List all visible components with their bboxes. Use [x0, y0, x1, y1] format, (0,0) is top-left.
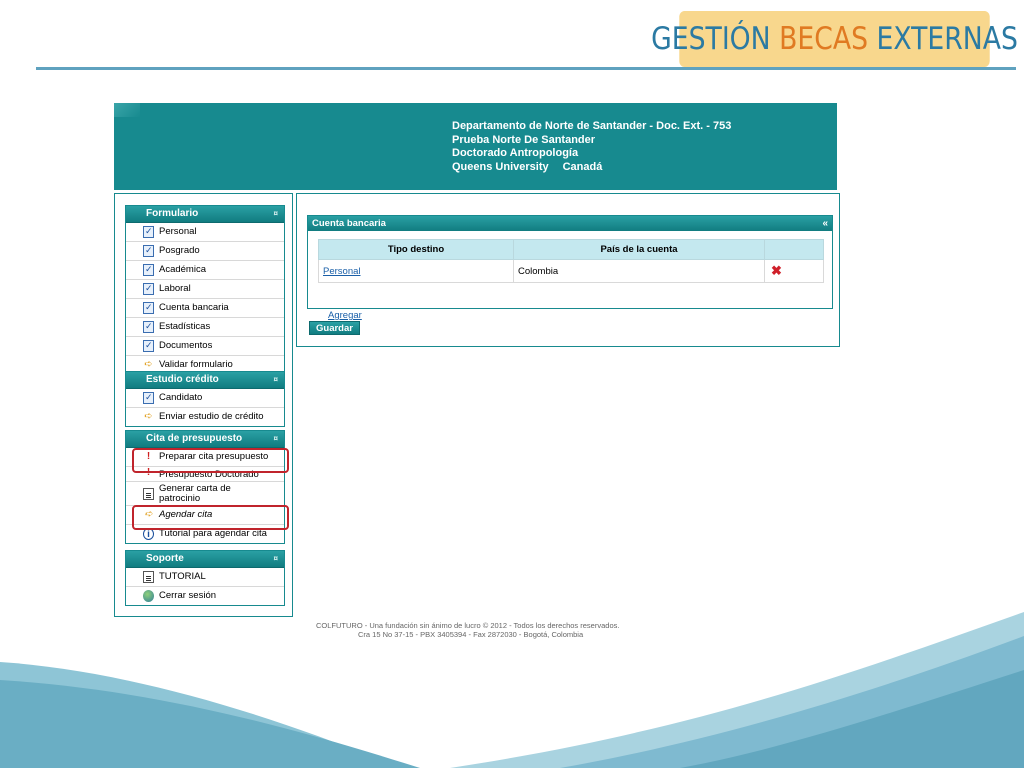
menu-formulario: Formulario ¤ Personal Posgrado Académica… [125, 205, 285, 375]
header-corner-decoration [114, 103, 140, 117]
university-line: Queens University Canadá [452, 161, 731, 175]
collapse-icon[interactable]: ¤ [274, 551, 278, 567]
footer-copyright: COLFUTURO - Una fundación sin ánimo de l… [316, 621, 620, 630]
document-icon [143, 571, 154, 583]
clipboard-check-icon [143, 244, 154, 257]
menu-header-estudio-credito[interactable]: Estudio crédito ¤ [126, 372, 284, 389]
clipboard-check-icon [143, 282, 154, 295]
footer-address: Cra 15 No 37-15 - PBX 3405394 - Fax 2872… [358, 630, 584, 639]
slide-title-word-2: BECAS [779, 21, 869, 57]
program-name: Doctorado Antropología [452, 147, 579, 159]
sidebar-item-label: Cerrar sesión [159, 590, 217, 601]
sidebar-item-posgrado[interactable]: Posgrado [126, 242, 284, 261]
menu-header-formulario[interactable]: Formulario ¤ [126, 206, 284, 223]
arrow-icon: ➪ [144, 411, 153, 422]
arrow-icon: ➪ [144, 359, 153, 370]
collapse-panel-icon[interactable]: « [822, 216, 828, 231]
cell-pais: Colombia [513, 259, 765, 283]
sidebar-item-candidato[interactable]: Candidato [126, 389, 284, 408]
sidebar-item-label: Laboral [159, 283, 191, 294]
menu-title: Cita de presupuesto [146, 433, 243, 444]
menu-title: Formulario [146, 208, 199, 219]
sidebar: Formulario ¤ Personal Posgrado Académica… [114, 193, 293, 617]
university-name: Queens University [452, 160, 549, 173]
sidebar-item-label: Documentos [159, 340, 213, 351]
table-row: Personal Colombia ✖ [318, 259, 824, 283]
cell-tipo: Personal [318, 259, 514, 283]
menu-header-cita-presupuesto[interactable]: Cita de presupuesto ¤ [126, 431, 284, 448]
clipboard-check-icon [143, 301, 154, 314]
slide-divider [36, 67, 1016, 70]
sidebar-item-academica[interactable]: Académica [126, 261, 284, 280]
highlight-agendar-cita [132, 505, 289, 530]
cell-actions: ✖ [764, 259, 824, 283]
app-header: Departamento de Norte de Santander - Doc… [114, 103, 837, 190]
department-line: Departamento de Norte de Santander - Doc… [452, 120, 732, 132]
sidebar-item-estadisticas[interactable]: Estadísticas [126, 318, 284, 337]
menu-title: Soporte [146, 553, 184, 564]
table-header-row: Tipo destino País de la cuenta [318, 239, 824, 260]
sidebar-item-documentos[interactable]: Documentos [126, 337, 284, 356]
panel-title: Cuenta bancaria [312, 218, 386, 229]
menu-soporte: Soporte ¤ TUTORIAL Cerrar sesión [125, 550, 285, 606]
scholarship-info: Departamento de Norte de Santander - Doc… [452, 120, 731, 174]
main-content: Cuenta bancaria « Tipo destino País de l… [296, 193, 840, 347]
sidebar-item-label: Personal [159, 226, 197, 237]
slide-title-word-3: EXTERNAS [876, 21, 1018, 57]
guardar-button[interactable]: Guardar [309, 321, 360, 335]
sidebar-item-label: Cuenta bancaria [159, 302, 229, 313]
collapse-icon[interactable]: ¤ [274, 372, 278, 388]
clipboard-check-icon [143, 339, 154, 352]
sidebar-item-cuenta-bancaria[interactable]: Cuenta bancaria [126, 299, 284, 318]
slide-title: GESTIÓN BECAS EXTERNAS [651, 11, 1018, 67]
sidebar-item-tutorial[interactable]: TUTORIAL [126, 568, 284, 587]
sidebar-item-label: TUTORIAL [159, 571, 206, 582]
menu-estudio-credito: Estudio crédito ¤ Candidato ➪ Enviar estu… [125, 371, 285, 427]
sidebar-item-cerrar-sesion[interactable]: Cerrar sesión [126, 587, 284, 605]
clipboard-check-icon [143, 391, 154, 404]
column-header-tipo: Tipo destino [318, 239, 514, 260]
document-icon [143, 488, 154, 500]
clipboard-check-icon [143, 320, 154, 333]
panel-header: Cuenta bancaria « [308, 216, 832, 231]
footer: COLFUTURO - Una fundación sin ánimo de l… [316, 621, 656, 639]
delete-icon[interactable]: ✖ [771, 263, 782, 278]
agregar-link[interactable]: Agregar [328, 310, 362, 321]
sidebar-item-label: Estadísticas [159, 321, 211, 332]
sidebar-item-label: Posgrado [159, 245, 200, 256]
account-type-link[interactable]: Personal [323, 266, 361, 277]
sidebar-item-label: Validar formulario [159, 359, 233, 370]
highlight-preparar-cita [132, 448, 289, 473]
clipboard-check-icon [143, 225, 154, 238]
sidebar-item-personal[interactable]: Personal [126, 223, 284, 242]
bank-account-table: Tipo destino País de la cuenta Personal … [318, 239, 824, 283]
menu-header-soporte[interactable]: Soporte ¤ [126, 551, 284, 568]
sidebar-item-label: Candidato [159, 392, 203, 403]
column-header-pais: País de la cuenta [513, 239, 765, 260]
collapse-icon[interactable]: ¤ [274, 431, 278, 447]
sidebar-item-enviar-estudio[interactable]: ➪ Enviar estudio de crédito [126, 408, 284, 426]
sidebar-item-label: Académica [159, 264, 206, 275]
sidebar-item-label: Enviar estudio de crédito [159, 411, 264, 422]
sidebar-item-laboral[interactable]: Laboral [126, 280, 284, 299]
country-name: Canadá [562, 160, 603, 173]
bank-account-panel: Cuenta bancaria « Tipo destino País de l… [307, 215, 833, 321]
candidate-name: Prueba Norte De Santander [452, 133, 596, 146]
menu-title: Estudio crédito [146, 374, 219, 385]
clipboard-check-icon [143, 263, 154, 276]
collapse-icon[interactable]: ¤ [274, 206, 278, 222]
sidebar-item-label: Generar carta de patrocinio [159, 483, 231, 504]
column-header-actions [764, 239, 824, 260]
globe-icon [143, 590, 154, 602]
sidebar-item-generar-carta[interactable]: Generar carta de patrocinio [126, 482, 284, 506]
slide-title-word-1: GESTIÓN [651, 21, 771, 57]
